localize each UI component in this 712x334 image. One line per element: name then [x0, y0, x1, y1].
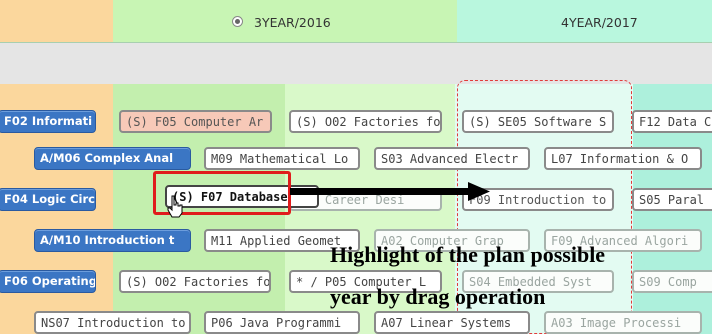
- year3-header[interactable]: 3YEAR/2016: [254, 15, 331, 30]
- course-card-se05[interactable]: (S) SE05 Software S: [462, 110, 614, 133]
- header-divider: [0, 42, 712, 43]
- course-card-a03[interactable]: A03 Image Processi: [544, 311, 702, 334]
- right-arrow-icon: [290, 182, 490, 201]
- course-card-s03[interactable]: S03 Advanced Electr: [374, 147, 530, 170]
- course-card-a07[interactable]: A07 Linear Systems: [374, 311, 530, 334]
- course-card-o02-b[interactable]: (S) O02 Factories for: [119, 270, 271, 293]
- course-card-f06[interactable]: F06 Operating: [0, 270, 96, 293]
- course-card-p06[interactable]: P06 Java Programmi: [204, 311, 360, 334]
- course-card-f02[interactable]: F02 Informati: [0, 110, 96, 133]
- radio-selected-icon[interactable]: [232, 16, 243, 27]
- course-card-m09[interactable]: M09 Mathematical Lo: [204, 147, 360, 170]
- annotation-line-1: Highlight of the plan possible: [330, 242, 606, 267]
- annotation-line-2: year by drag operation: [330, 284, 546, 309]
- course-card-m06[interactable]: A/M06 Complex Anal: [34, 147, 191, 170]
- course-card-f04[interactable]: F04 Logic Circ: [0, 188, 96, 211]
- course-card-f12[interactable]: F12 Data C: [632, 110, 712, 133]
- course-card-o02[interactable]: (S) O02 Factories for: [289, 110, 442, 133]
- course-card-ns07[interactable]: NS07 Introduction to: [34, 311, 191, 334]
- course-card-s05[interactable]: S05 Paral: [632, 188, 712, 211]
- course-card-m10[interactable]: A/M10 Introduction t: [34, 229, 191, 252]
- course-card-s09[interactable]: S09 Comp: [632, 270, 712, 293]
- year4-header[interactable]: 4YEAR/2017: [561, 15, 638, 30]
- course-card-f05[interactable]: (S) F05 Computer Ar: [119, 110, 272, 133]
- course-card-l07[interactable]: L07 Information & O: [544, 147, 702, 170]
- toolbar-band: [0, 43, 712, 84]
- hand-pointer-icon: [167, 195, 183, 218]
